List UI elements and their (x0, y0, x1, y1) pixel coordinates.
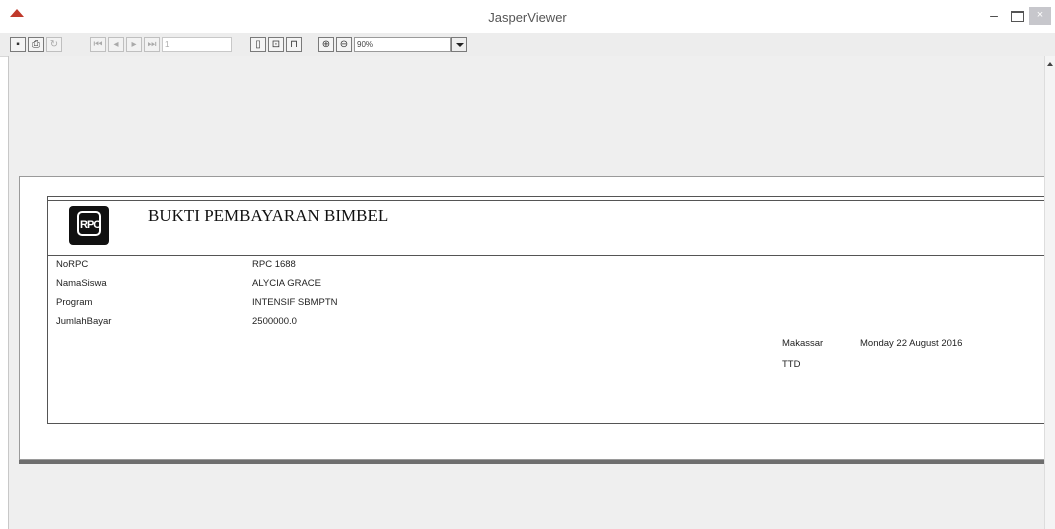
header-divider (48, 255, 1045, 256)
zoom-select[interactable]: 90% (354, 37, 451, 52)
fit-width-button[interactable]: ⊓ (286, 37, 302, 52)
field-label-namasiswa: NamaSiswa (56, 278, 107, 289)
rpc-logo: RPC (69, 206, 109, 245)
field-value-namasiswa: ALYCIA GRACE (252, 278, 321, 289)
date-value: Monday 22 August 2016 (860, 338, 963, 349)
reload-icon: ↻ (49, 39, 59, 50)
vertical-scrollbar[interactable] (1044, 56, 1055, 529)
last-page-icon: ⏭ (147, 39, 157, 50)
fit-width-icon: ⊓ (290, 39, 298, 50)
actual-size-button[interactable]: ▯ (250, 37, 266, 52)
last-page-button[interactable]: ⏭ (144, 37, 160, 52)
zoom-out-icon: ⊖ (339, 39, 349, 50)
first-page-button[interactable]: ⏮ (90, 37, 106, 52)
next-page-icon: ▸ (131, 39, 137, 50)
field-value-program: INTENSIF SBMPTN (252, 297, 338, 308)
page-number-field[interactable]: 1 (162, 37, 232, 52)
window-title: JasperViewer (488, 10, 567, 25)
scroll-up-icon[interactable] (1047, 62, 1053, 66)
previous-page-icon: ◂ (113, 39, 119, 50)
zoom-out-button[interactable]: ⊖ (336, 37, 352, 52)
field-label-norpc: NoRPC (56, 259, 89, 270)
close-button[interactable]: × (1029, 7, 1051, 25)
field-label-program: Program (56, 297, 93, 308)
viewer-toolbar: ▪ ⎙ ↻ ⏮ ◂ ▸ ⏭ 1 ▯ ⊡ ⊓ ⊕ ⊖ 90% (0, 33, 1055, 57)
report-title: BUKTI PEMBAYARAN BIMBEL (148, 206, 389, 225)
actual-size-icon: ▯ (255, 39, 261, 50)
logo-text: RPC (80, 219, 101, 231)
field-label-jumlahbayar: JumlahBayar (56, 316, 112, 327)
report-frame: RPC BUKTI PEMBAYARAN BIMBEL NoRPC RPC 16… (47, 196, 1045, 424)
fit-page-icon: ⊡ (271, 39, 281, 50)
zoom-in-icon: ⊕ (321, 39, 331, 50)
print-icon: ⎙ (32, 39, 40, 50)
report-viewer-area[interactable]: RPC BUKTI PEMBAYARAN BIMBEL NoRPC RPC 16… (8, 56, 1045, 529)
reload-button[interactable]: ↻ (46, 37, 62, 52)
signature-label: TTD (782, 359, 801, 370)
next-page-button[interactable]: ▸ (126, 37, 142, 52)
maximize-button[interactable] (1006, 7, 1028, 25)
fit-page-button[interactable]: ⊡ (268, 37, 284, 52)
save-icon: ▪ (16, 39, 20, 50)
print-button[interactable]: ⎙ (28, 37, 44, 52)
zoom-dropdown-button[interactable] (451, 37, 467, 52)
zoom-in-button[interactable]: ⊕ (318, 37, 334, 52)
minimize-button[interactable]: – (983, 7, 1005, 25)
report-page: RPC BUKTI PEMBAYARAN BIMBEL NoRPC RPC 16… (19, 176, 1045, 460)
city-label: Makassar (782, 338, 824, 349)
field-value-jumlahbayar: 2500000.0 (252, 316, 297, 327)
save-button[interactable]: ▪ (10, 37, 26, 52)
previous-page-button[interactable]: ◂ (108, 37, 124, 52)
field-value-norpc: RPC 1688 (252, 259, 296, 270)
first-page-icon: ⏮ (93, 39, 103, 50)
title-bar: JasperViewer – × (0, 0, 1055, 33)
